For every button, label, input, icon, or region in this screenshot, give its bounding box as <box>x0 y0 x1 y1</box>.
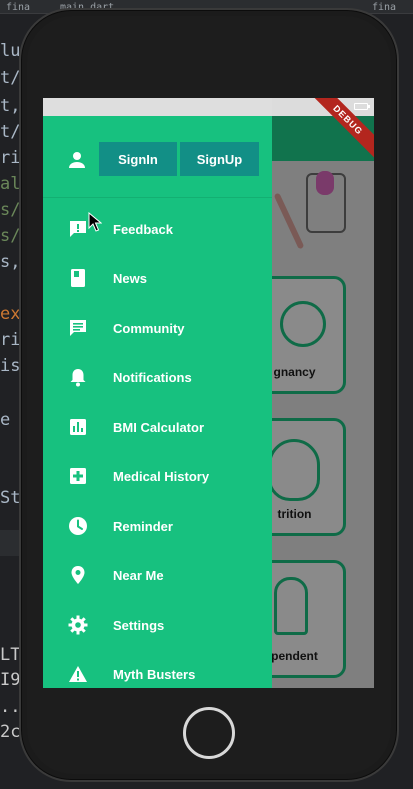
code-line: is <box>0 356 21 376</box>
figure-body <box>316 171 334 195</box>
feedback-icon <box>67 218 89 240</box>
code-line: ri <box>0 148 21 168</box>
home-button[interactable] <box>183 707 235 759</box>
bell-icon <box>67 366 89 388</box>
code-line: lu <box>0 41 21 61</box>
drawer-item-label: Settings <box>113 617 165 633</box>
gear-icon <box>67 614 89 636</box>
code-line: t, <box>0 96 21 116</box>
drawer-item-bmi-calculator[interactable]: BMI Calculator <box>43 407 272 447</box>
console-line: LT <box>0 645 21 665</box>
figure-leg <box>273 192 305 250</box>
clock-icon <box>67 515 89 537</box>
drawer-item-notifications[interactable]: Notifications <box>43 357 272 397</box>
navigation-drawer: SignIn SignUp Feedback News Community No… <box>43 98 272 688</box>
code-line: ri <box>0 330 21 350</box>
ide-tab[interactable]: fina <box>372 2 396 13</box>
apple-icon <box>268 439 320 501</box>
person-icon <box>274 577 308 635</box>
chat-icon <box>67 317 89 339</box>
ide-tab[interactable]: fina <box>6 2 30 13</box>
drawer-item-label: News <box>113 270 147 286</box>
console-line: .. <box>0 697 21 717</box>
mouse-cursor-icon <box>88 211 103 232</box>
code-line: ex <box>0 304 21 324</box>
code-line: s, <box>0 252 21 272</box>
drawer-item-medical-history[interactable]: Medical History <box>43 456 272 496</box>
drawer-item-label: Community <box>113 320 185 336</box>
code-line: e <box>0 410 11 430</box>
warning-icon <box>67 663 89 685</box>
drawer-item-myth-busters[interactable]: Myth Busters <box>43 654 272 688</box>
code-line: al <box>0 174 21 194</box>
medical-cross-icon <box>67 465 89 487</box>
drawer-item-label: Notifications <box>113 369 192 385</box>
drawer-item-news[interactable]: News <box>43 258 272 298</box>
drawer-status-bar <box>43 98 272 116</box>
user-icon <box>67 150 87 170</box>
chart-icon <box>67 416 89 438</box>
drawer-item-label: Myth Busters <box>113 666 196 682</box>
battery-icon <box>354 103 370 110</box>
hero-illustration <box>272 161 374 281</box>
console-line: 2c <box>0 722 21 742</box>
code-line: St <box>0 488 21 508</box>
signin-button[interactable]: SignIn <box>99 142 177 176</box>
location-pin-icon <box>67 564 89 586</box>
drawer-item-label: Feedback <box>113 221 173 237</box>
drawer-item-label: BMI Calculator <box>113 419 205 435</box>
drawer-item-label: Reminder <box>113 518 173 534</box>
drawer-header: SignIn SignUp <box>43 116 272 198</box>
drawer-item-label: Near Me <box>113 567 164 583</box>
signup-button[interactable]: SignUp <box>180 142 259 176</box>
pregnancy-icon <box>280 301 326 347</box>
code-line: s/ <box>0 226 21 246</box>
drawer-item-feedback[interactable]: Feedback <box>43 209 272 249</box>
drawer-item-community[interactable]: Community <box>43 308 272 348</box>
code-line: t/ <box>0 68 21 88</box>
code-line: s/ <box>0 200 21 220</box>
drawer-item-reminder[interactable]: Reminder <box>43 506 272 546</box>
console-line: I9 <box>0 670 21 690</box>
app-screen: DEBUG gnancy trition pendent SignIn Sign… <box>43 98 374 688</box>
drawer-item-settings[interactable]: Settings <box>43 605 272 645</box>
drawer-item-label: Medical History <box>113 468 210 484</box>
drawer-item-near-me[interactable]: Near Me <box>43 555 272 595</box>
book-icon <box>67 267 89 289</box>
code-line: t/ <box>0 122 21 142</box>
